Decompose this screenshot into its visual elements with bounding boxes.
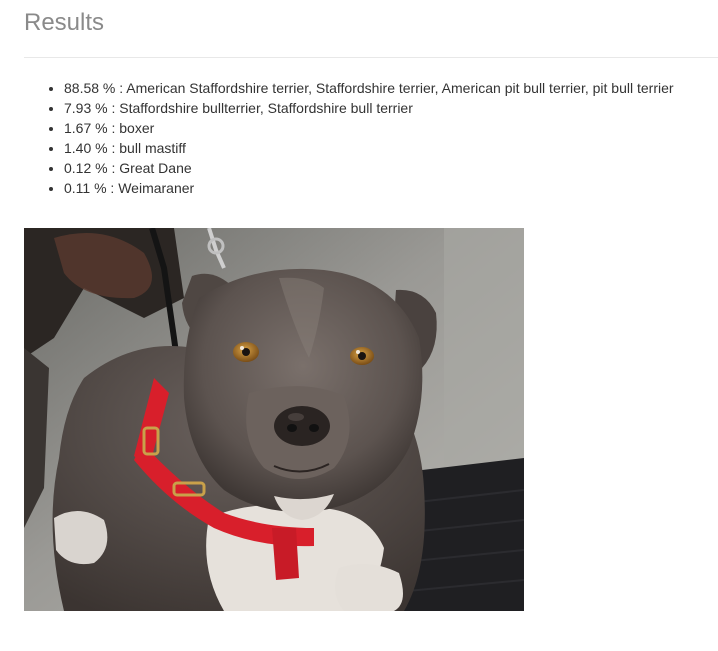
result-separator: : [107, 160, 120, 176]
result-label: Great Dane [119, 160, 192, 176]
result-label: boxer [119, 120, 155, 136]
result-percent: 88.58 % [64, 80, 116, 96]
list-item: 7.93 % : Staffordshire bullterrier, Staf… [64, 98, 674, 118]
results-list: 88.58 % : American Staffordshire terrier… [24, 78, 674, 198]
result-separator: : [107, 140, 120, 156]
list-item: 0.11 % : Weimaraner [64, 178, 674, 198]
result-percent: 7.93 % [64, 100, 108, 116]
list-item: 1.40 % : bull mastiff [64, 138, 674, 158]
list-item: 0.12 % : Great Dane [64, 158, 674, 178]
result-label: Staffordshire bullterrier, Staffordshire… [119, 100, 413, 116]
result-separator: : [106, 180, 119, 196]
list-item: 1.67 % : boxer [64, 118, 674, 138]
result-label: Weimaraner [118, 180, 195, 196]
results-page: Results 88.58 % : American Staffordshire… [0, 0, 718, 651]
result-percent: 0.12 % [64, 160, 108, 176]
dog-photo-illustration [24, 228, 524, 611]
result-percent: 1.40 % [64, 140, 108, 156]
dog-photo [24, 228, 524, 611]
result-label: American Staffordshire terrier, Stafford… [126, 80, 674, 96]
divider [24, 57, 718, 58]
result-separator: : [107, 120, 120, 136]
list-item: 88.58 % : American Staffordshire terrier… [64, 78, 674, 98]
result-percent: 1.67 % [64, 120, 108, 136]
result-separator: : [107, 100, 120, 116]
result-percent: 0.11 % [64, 180, 107, 196]
result-separator: : [115, 80, 127, 96]
result-label: bull mastiff [119, 140, 186, 156]
page-title: Results [24, 9, 105, 36]
